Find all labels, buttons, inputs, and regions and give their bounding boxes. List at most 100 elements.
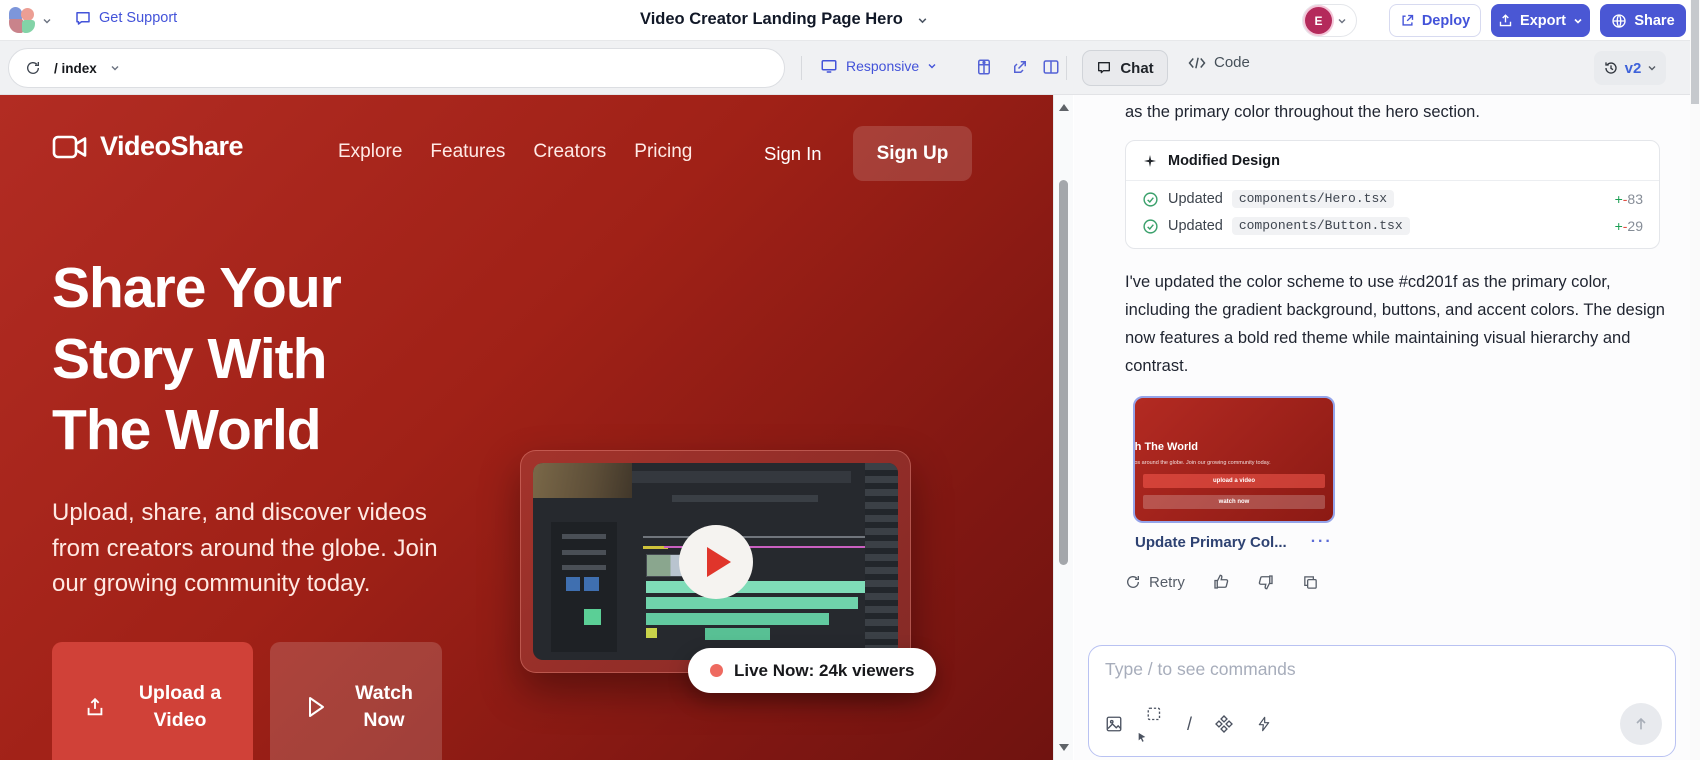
- slash-command-icon[interactable]: /: [1187, 714, 1192, 735]
- version-selector[interactable]: v2: [1594, 51, 1666, 85]
- watch-now-button[interactable]: Watch Now: [270, 642, 442, 760]
- avatar: E: [1305, 7, 1332, 34]
- diff-count: +-29: [1615, 218, 1643, 234]
- url-bar[interactable]: / index: [8, 48, 785, 88]
- chat-tab-label: Chat: [1120, 60, 1153, 77]
- check-circle-icon: [1142, 218, 1159, 235]
- route-path: / index: [54, 61, 97, 76]
- thumbs-up-icon[interactable]: [1212, 573, 1230, 591]
- window-scrollbar[interactable]: [1690, 0, 1700, 760]
- deploy-label: Deploy: [1422, 13, 1470, 29]
- send-button[interactable]: [1620, 703, 1662, 745]
- upload-icon: [1498, 13, 1513, 28]
- open-in-new-tab-icon[interactable]: [1011, 58, 1029, 76]
- globe-icon: [1611, 13, 1627, 29]
- divider: [801, 56, 802, 80]
- logo-chevron-down-icon[interactable]: [42, 16, 52, 26]
- route-chevron-down-icon[interactable]: [110, 63, 120, 73]
- nav-link-explore[interactable]: Explore: [338, 141, 402, 163]
- app-logo[interactable]: [9, 7, 36, 34]
- live-now-badge: Live Now: 24k viewers: [688, 648, 936, 693]
- retry-icon: [1125, 574, 1141, 590]
- assistant-message: I've updated the color scheme to use #cd…: [1125, 268, 1673, 380]
- modified-design-card: Modified Design Updated components/Hero.…: [1125, 140, 1660, 249]
- export-chevron-down-icon: [1573, 16, 1583, 26]
- lightning-icon[interactable]: [1256, 715, 1272, 733]
- tab-code[interactable]: Code: [1188, 54, 1250, 71]
- support-chat-bubble-icon: [74, 9, 92, 27]
- hero-description: Upload, share, and discover videos from …: [52, 495, 457, 602]
- file-update-row: Updated components/Button.tsx +-29: [1142, 217, 1643, 235]
- integrations-icon[interactable]: [1215, 715, 1233, 733]
- chat-bubble-icon: [1096, 60, 1112, 76]
- get-support-label: Get Support: [99, 10, 177, 26]
- play-outline-icon: [306, 695, 326, 719]
- site-preview: VideoShare Explore Features Creators Pri…: [0, 95, 1053, 760]
- split-view-icon[interactable]: [1042, 58, 1060, 76]
- chat-input[interactable]: [1105, 659, 1548, 680]
- version-chevron-down-icon: [1647, 63, 1657, 73]
- file-chip[interactable]: components/Button.tsx: [1232, 217, 1410, 235]
- deploy-button[interactable]: Deploy: [1389, 4, 1481, 37]
- history-icon: [1603, 60, 1619, 76]
- scrollbar-thumb[interactable]: [1059, 180, 1068, 565]
- check-circle-icon: [1142, 191, 1159, 208]
- file-update-row: Updated components/Hero.tsx +-83: [1142, 190, 1643, 208]
- sign-up-button[interactable]: Sign Up: [853, 126, 972, 181]
- mini-text: ideos around the globe. Join our growing…: [1133, 460, 1271, 466]
- nav-link-features[interactable]: Features: [430, 141, 505, 163]
- diff-count: +-83: [1615, 191, 1643, 207]
- modified-design-title: Modified Design: [1168, 153, 1280, 169]
- hero-video-card[interactable]: [520, 450, 911, 673]
- app-window: Get Support Video Creator Landing Page H…: [0, 0, 1700, 760]
- upload-video-button[interactable]: Upload a Video: [52, 642, 253, 760]
- account-chevron-down-icon: [1337, 16, 1347, 26]
- scroll-down-arrow[interactable]: [1059, 744, 1069, 751]
- chat-input-box[interactable]: /: [1088, 645, 1676, 757]
- thumbs-down-icon[interactable]: [1257, 573, 1275, 591]
- share-button[interactable]: Share: [1600, 4, 1686, 37]
- version-caption[interactable]: Update Primary Col...: [1135, 534, 1287, 551]
- copy-icon[interactable]: [1302, 574, 1319, 591]
- account-menu[interactable]: E: [1302, 4, 1357, 37]
- title-chevron-down-icon: [917, 15, 927, 25]
- mini-headline: th The World: [1133, 441, 1198, 453]
- window-scrollbar-thumb[interactable]: [1691, 0, 1699, 104]
- preview-toolbar: / index Responsive: [0, 41, 1700, 95]
- refresh-icon[interactable]: [25, 60, 41, 76]
- more-options-icon[interactable]: ···: [1311, 533, 1333, 551]
- hero-headline: Share Your Story With The World: [52, 253, 341, 466]
- file-chip[interactable]: components/Hero.tsx: [1232, 190, 1394, 208]
- project-title-menu[interactable]: Video Creator Landing Page Hero: [640, 10, 927, 29]
- chat-input-area: /: [1074, 645, 1690, 760]
- nav-link-pricing[interactable]: Pricing: [634, 141, 692, 163]
- responsive-selector[interactable]: Responsive: [820, 57, 937, 75]
- nav-link-creators[interactable]: Creators: [533, 141, 606, 163]
- live-now-label: Live Now: 24k viewers: [734, 661, 914, 681]
- scroll-up-arrow[interactable]: [1059, 104, 1069, 111]
- live-dot-icon: [710, 664, 723, 677]
- get-support-link[interactable]: Get Support: [74, 9, 177, 27]
- sign-in-link[interactable]: Sign In: [764, 143, 822, 165]
- tab-chat[interactable]: Chat: [1082, 50, 1168, 86]
- attach-image-icon[interactable]: [1105, 715, 1123, 733]
- watch-now-label: Watch Now: [348, 680, 420, 734]
- component-inspector-icon[interactable]: [975, 58, 993, 76]
- export-button[interactable]: Export: [1491, 4, 1590, 37]
- select-element-icon[interactable]: [1146, 706, 1164, 742]
- preview-scrollbar[interactable]: [1053, 95, 1073, 760]
- assistant-message-tail: as the primary color throughout the hero…: [1125, 103, 1660, 122]
- responsive-chevron-down-icon: [927, 61, 937, 71]
- videoshare-brand[interactable]: VideoShare: [52, 131, 243, 162]
- video-camera-icon: [52, 134, 88, 160]
- brand-name: VideoShare: [100, 131, 243, 162]
- divider: [1066, 56, 1067, 80]
- top-bar: Get Support Video Creator Landing Page H…: [0, 0, 1700, 41]
- chat-messages: as the primary color throughout the hero…: [1074, 95, 1690, 645]
- version-thumbnail[interactable]: th The World ideos around the globe. Joi…: [1133, 396, 1335, 523]
- play-button[interactable]: [679, 525, 753, 599]
- retry-button[interactable]: Retry: [1125, 574, 1185, 591]
- monitor-icon: [820, 57, 838, 75]
- update-action: Updated: [1168, 218, 1223, 234]
- code-tab-label: Code: [1214, 54, 1250, 71]
